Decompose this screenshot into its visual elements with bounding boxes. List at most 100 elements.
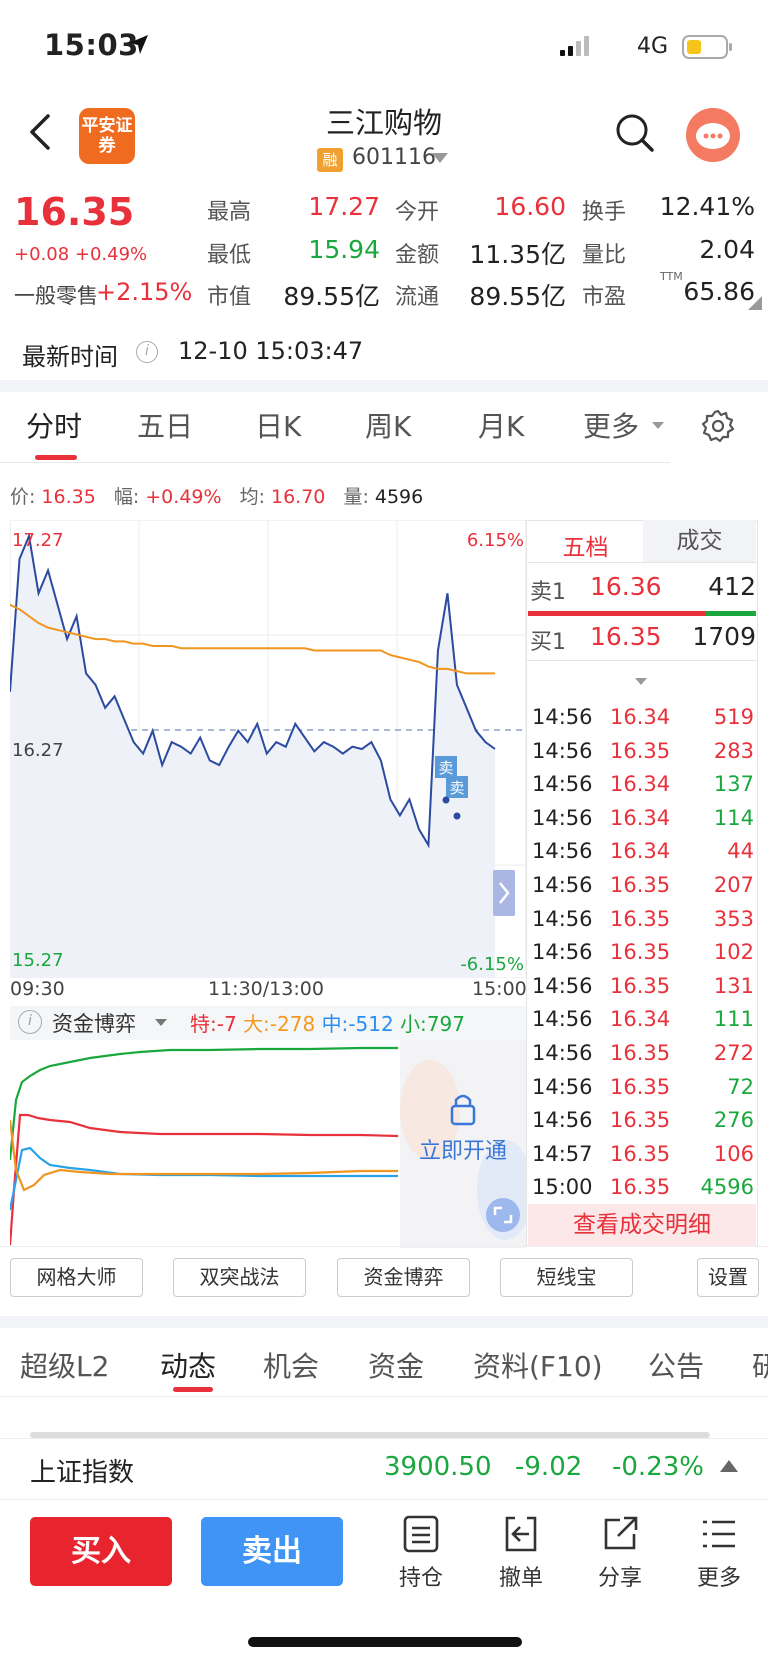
- pe-superscript: TTM: [660, 270, 683, 283]
- trade-row: 14:56 16.34 44: [532, 839, 754, 873]
- fund-battle-button[interactable]: 资金博弈: [337, 1258, 470, 1297]
- latest-time: 12-10 15:03:47: [178, 337, 364, 365]
- trade-time: 14:56: [532, 839, 593, 863]
- trade-price: 16.35: [610, 907, 671, 931]
- trade-price: 16.35: [610, 1175, 671, 1199]
- stock-code[interactable]: 601116: [352, 145, 436, 170]
- index-name[interactable]: 上证指数: [30, 1452, 134, 1489]
- tab-fenshi[interactable]: 分时: [26, 405, 82, 445]
- amp-label: 幅:: [113, 486, 140, 508]
- quote-field-value: 17.27: [308, 192, 380, 221]
- trade-volume: 353: [713, 907, 754, 931]
- search-icon[interactable]: [614, 112, 656, 154]
- trade-price: 16.35: [610, 1142, 671, 1166]
- info-icon[interactable]: i: [18, 1010, 42, 1034]
- index-value: 3900.50: [384, 1452, 492, 1482]
- sell-marker-label: 卖: [438, 759, 453, 777]
- quote-field-value: 12.41%: [659, 192, 755, 221]
- trade-detail-button[interactable]: 查看成交明细: [528, 1204, 756, 1246]
- expand-button[interactable]: [493, 870, 515, 916]
- amp-value: +0.49%: [145, 486, 222, 508]
- tab-gonggao[interactable]: 公告: [648, 1345, 704, 1385]
- tab-ziliao[interactable]: 资料(F10): [473, 1345, 603, 1385]
- trade-time: 14:56: [532, 1007, 593, 1031]
- trade-row: 14:57 16.35 106: [532, 1142, 754, 1176]
- tab-zijin[interactable]: 资金: [368, 1345, 424, 1385]
- divider: [0, 462, 670, 463]
- current-price: 16.35: [14, 190, 135, 234]
- chevron-down-icon[interactable]: [154, 1018, 168, 1028]
- intraday-chart[interactable]: 17.27 16.27 15.27 6.15% -6.15% 卖 卖: [10, 520, 526, 978]
- tab-yuek[interactable]: 月K: [478, 405, 524, 445]
- info-icon[interactable]: i: [136, 341, 158, 363]
- more-button[interactable]: 更多: [679, 1514, 759, 1592]
- trade-point: [442, 796, 450, 804]
- share-button[interactable]: 分享: [580, 1514, 660, 1592]
- trade-price: 16.35: [610, 940, 671, 964]
- tab-wudang[interactable]: 五档: [528, 528, 643, 562]
- ask-price[interactable]: 16.36: [590, 572, 662, 601]
- da-label: 大:: [243, 1012, 270, 1036]
- bid-price[interactable]: 16.35: [590, 622, 662, 651]
- pct-axis-top: 6.15%: [467, 530, 524, 551]
- network-type: 4G: [637, 34, 669, 59]
- chevron-down-icon[interactable]: [650, 420, 666, 432]
- trade-volume: 283: [713, 739, 754, 763]
- trade-time: 14:56: [532, 907, 593, 931]
- chevron-down-icon[interactable]: [432, 153, 448, 163]
- trade-volume: 114: [713, 806, 754, 830]
- fund-flow-title[interactable]: 资金博弈: [52, 1008, 136, 1038]
- trade-time: 14:56: [532, 974, 593, 998]
- trade-row: 14:56 16.34 114: [532, 806, 754, 840]
- assistant-avatar[interactable]: [686, 108, 740, 162]
- tab-wuri[interactable]: 五日: [137, 405, 193, 445]
- undo-icon: [505, 1516, 537, 1552]
- cancel-order-button[interactable]: 撤单: [481, 1514, 561, 1592]
- short-term-button[interactable]: 短线宝: [500, 1258, 633, 1297]
- tab-more[interactable]: 更多: [583, 405, 639, 445]
- unlock-button[interactable]: 立即开通: [419, 1139, 507, 1164]
- share-label: 分享: [597, 1566, 642, 1591]
- ask-ratio-bar: [528, 611, 706, 616]
- quote-field-label: 最高: [207, 200, 252, 225]
- fullscreen-button[interactable]: [486, 1198, 520, 1232]
- tab-super-l2[interactable]: 超级L2: [20, 1345, 109, 1385]
- trade-price: 16.35: [610, 1075, 671, 1099]
- chevron-down-icon[interactable]: [634, 677, 648, 687]
- sell-button[interactable]: 卖出: [201, 1517, 343, 1586]
- sector-name[interactable]: 一般零售: [14, 280, 98, 310]
- x-axis-mid: 11:30/13:00: [208, 978, 324, 1000]
- quote-field-label: 流通: [395, 285, 440, 310]
- trade-row: 14:56 16.34 519: [532, 705, 754, 739]
- double-breakout-button[interactable]: 双突战法: [173, 1258, 306, 1297]
- trade-price: 16.35: [610, 1041, 671, 1065]
- trade-row: 14:56 16.34 111: [532, 1007, 754, 1041]
- ask-label: 卖1: [530, 580, 566, 605]
- x-axis-end: 15:00: [472, 978, 527, 1000]
- bid-volume: 1709: [692, 622, 756, 651]
- holdings-icon: [403, 1515, 439, 1553]
- trade-volume: 131: [713, 974, 754, 998]
- tab-yanbao[interactable]: 研: [752, 1345, 768, 1385]
- btab-dongtai[interactable]: 动态: [160, 1345, 216, 1385]
- trade-point: [453, 812, 461, 820]
- news-preview-clipped: [30, 1418, 710, 1438]
- tab-zhouk[interactable]: 周K: [365, 405, 411, 445]
- y-axis-bottom: 15.27: [12, 950, 64, 971]
- grid-master-button[interactable]: 网格大师: [10, 1258, 143, 1297]
- tab-jihui[interactable]: 机会: [263, 1345, 319, 1385]
- tab-chengjiao[interactable]: 成交: [643, 520, 756, 562]
- sector-change[interactable]: +2.15%: [96, 278, 192, 306]
- holdings-button[interactable]: 持仓: [381, 1514, 461, 1592]
- xiao-value: 797: [426, 1012, 465, 1036]
- tab-rik[interactable]: 日K: [255, 405, 301, 445]
- zhong-value: -512: [348, 1012, 394, 1036]
- chevron-up-icon[interactable]: [720, 1460, 738, 1472]
- tools-settings-button[interactable]: 设置: [697, 1258, 759, 1297]
- trade-time: 14:56: [532, 1041, 593, 1065]
- quote-field-label: 换手: [582, 200, 627, 225]
- trade-volume: 44: [727, 839, 754, 863]
- buy-button[interactable]: 买入: [30, 1517, 172, 1586]
- price-label: 价:: [10, 486, 36, 508]
- gear-icon[interactable]: [700, 408, 736, 444]
